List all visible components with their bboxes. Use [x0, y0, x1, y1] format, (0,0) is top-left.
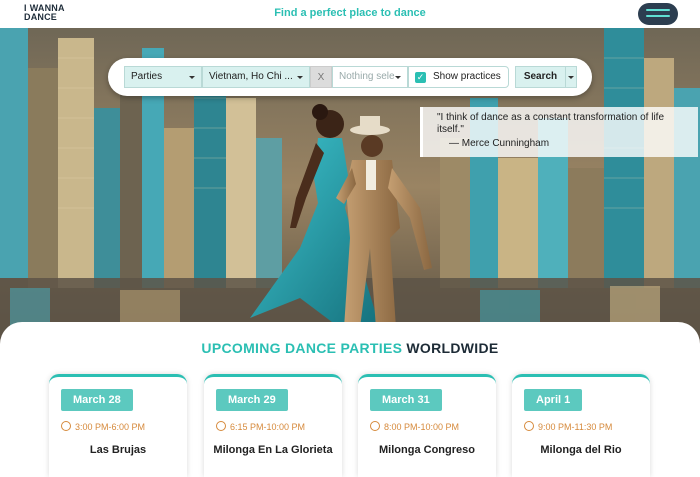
event-time-text: 3:00 PM-6:00 PM — [75, 422, 146, 432]
event-date-badge: March 28 — [61, 389, 133, 411]
event-name[interactable]: Las Brujas — [49, 444, 187, 456]
tagline: Find a perfect place to dance — [274, 7, 426, 19]
chevron-down-icon — [297, 76, 303, 79]
event-time: 3:00 PM-6:00 PM — [61, 421, 145, 432]
hamburger-line — [646, 9, 670, 11]
location-select[interactable]: Vietnam, Ho Chi ... — [202, 66, 310, 88]
search-bar: Parties Vietnam, Ho Chi ... X Nothing se… — [108, 58, 592, 96]
event-date-badge: March 29 — [216, 389, 288, 411]
event-time: 9:00 PM-11:30 PM — [524, 421, 612, 432]
event-type-select[interactable]: Parties — [124, 66, 202, 88]
event-card[interactable]: April 1 9:00 PM-11:30 PM Milonga del Rio — [512, 374, 650, 477]
search-options-button[interactable] — [566, 66, 577, 88]
clear-location-button[interactable]: X — [310, 66, 332, 88]
hamburger-menu-button[interactable] — [638, 3, 678, 25]
event-time-text: 6:15 PM-10:00 PM — [230, 422, 306, 432]
extra-filter-placeholder: Nothing sele — [339, 71, 395, 82]
event-time: 6:15 PM-10:00 PM — [216, 421, 305, 432]
quote-box: "I think of dance as a constant transfor… — [420, 107, 698, 157]
event-name[interactable]: Milonga del Rio — [512, 444, 650, 456]
event-date-badge: March 31 — [370, 389, 442, 411]
extra-filter-select[interactable]: Nothing sele — [332, 66, 408, 88]
clock-icon — [370, 421, 380, 431]
search-button[interactable]: Search — [515, 66, 566, 88]
event-card[interactable]: March 29 6:15 PM-10:00 PM Milonga En La … — [204, 374, 342, 477]
clock-icon — [216, 421, 226, 431]
hamburger-line — [646, 15, 670, 17]
clock-icon — [61, 421, 71, 431]
section-title: UPCOMING DANCE PARTIES WORLDWIDE — [0, 340, 700, 356]
section-title-highlight: UPCOMING DANCE PARTIES — [201, 340, 403, 356]
event-time-text: 9:00 PM-11:30 PM — [538, 422, 613, 432]
checkbox-checked-icon[interactable]: ✓ — [415, 72, 426, 83]
event-card[interactable]: March 31 8:00 PM-10:00 PM Milonga Congre… — [358, 374, 496, 477]
upcoming-parties-section: UPCOMING DANCE PARTIES WORLDWIDE March 2… — [0, 322, 700, 477]
hero-image: Parties Vietnam, Ho Chi ... X Nothing se… — [0, 28, 700, 346]
event-name[interactable]: Milonga En La Glorieta — [204, 444, 342, 456]
quote-author: — Merce Cunningham — [449, 138, 550, 149]
event-type-value: Parties — [131, 71, 163, 82]
event-name[interactable]: Milonga Congreso — [358, 444, 496, 456]
event-card[interactable]: March 28 3:00 PM-6:00 PM Las Brujas — [49, 374, 187, 477]
chevron-down-icon — [568, 76, 574, 79]
show-practices-toggle[interactable]: ✓ Show practices — [408, 66, 509, 88]
event-date-badge: April 1 — [524, 389, 583, 411]
show-practices-label: Show practices — [433, 71, 501, 82]
event-time: 8:00 PM-10:00 PM — [370, 421, 459, 432]
site-header: I WANNA DANCE Find a perfect place to dan… — [0, 0, 700, 28]
event-time-text: 8:00 PM-10:00 PM — [384, 422, 460, 432]
quote-text: "I think of dance as a constant transfor… — [437, 112, 665, 135]
chevron-down-icon — [395, 76, 401, 79]
clock-icon — [524, 421, 534, 431]
chevron-down-icon — [189, 76, 195, 79]
section-title-rest: WORLDWIDE — [406, 340, 499, 356]
location-value: Vietnam, Ho Chi ... — [209, 71, 293, 82]
